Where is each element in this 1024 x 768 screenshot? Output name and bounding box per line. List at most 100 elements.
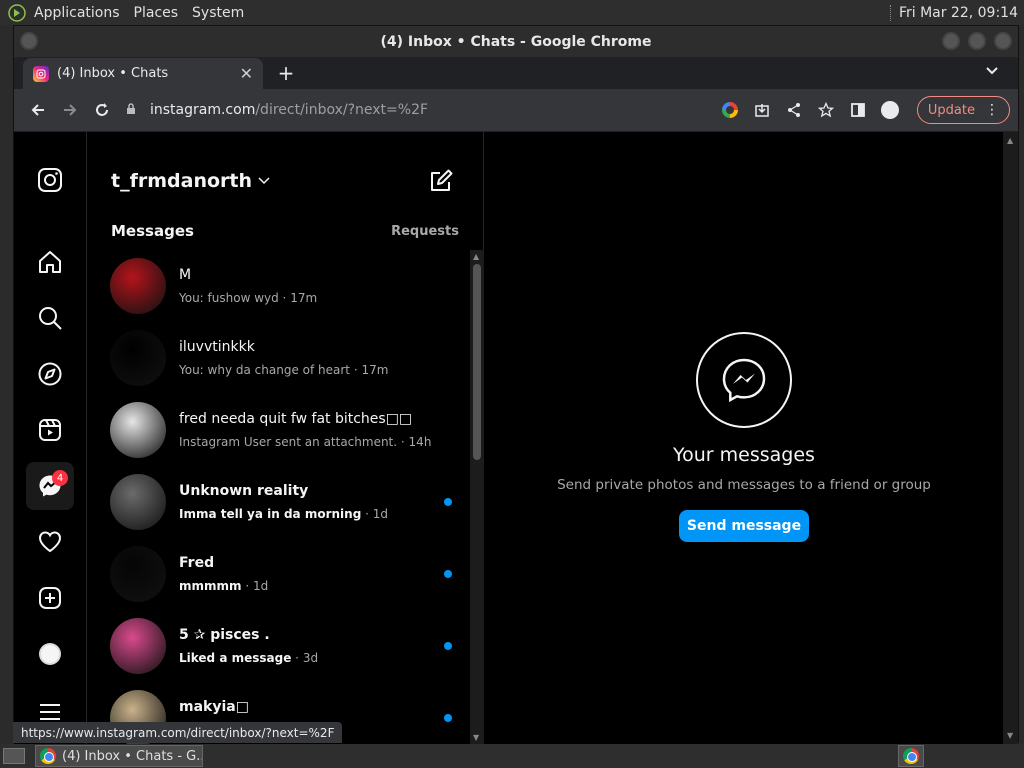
update-label: Update [927, 102, 975, 118]
conversation-name: fred needa quit fw fat bitches□□ [179, 411, 413, 427]
google-lens-icon[interactable] [719, 99, 741, 121]
status-url-bubble: https://www.instagram.com/direct/inbox/?… [13, 722, 343, 743]
preview-time: 17m [290, 291, 318, 305]
page-scroll-up-icon[interactable]: ▲ [1007, 136, 1013, 145]
tab-strip: (4) Inbox • Chats ✕ + [14, 57, 1018, 89]
lock-icon[interactable] [126, 102, 140, 118]
instagram-favicon-icon [33, 65, 49, 82]
new-tab-button[interactable]: + [274, 61, 298, 85]
maximize-button[interactable] [968, 32, 986, 50]
menu-applications[interactable]: Applications [34, 5, 120, 21]
preview-time: 1d [252, 579, 269, 593]
show-desktop-button[interactable] [3, 748, 25, 764]
messenger-circle-icon [696, 332, 792, 428]
conversation-preview: mmmmm · 1d [179, 579, 268, 593]
preview-separator: · [241, 579, 253, 593]
side-panel-icon[interactable] [847, 99, 869, 121]
tab-close-icon[interactable]: ✕ [240, 64, 253, 83]
profile-avatar-icon[interactable] [26, 630, 74, 678]
scroll-up-icon[interactable]: ▲ [473, 252, 479, 261]
messages-panel: t_frmdanorth Messages Requests M You: fus… [88, 132, 484, 744]
tab-title: (4) Inbox • Chats [57, 66, 169, 81]
chevron-down-icon [258, 177, 270, 185]
avatar[interactable] [110, 618, 166, 674]
minimize-button[interactable] [942, 32, 960, 50]
profile-icon[interactable] [879, 99, 901, 121]
conversation-item[interactable]: 5 ✰ pisces . Liked a message · 3d [88, 610, 470, 682]
explore-compass-icon[interactable] [26, 350, 74, 398]
reels-icon[interactable] [26, 406, 74, 454]
preview-separator: · [361, 507, 373, 521]
forward-button[interactable] [54, 94, 86, 126]
share-icon[interactable] [783, 99, 805, 121]
conversation-scrollbar[interactable]: ▲ ▼ [470, 250, 484, 744]
install-app-icon[interactable] [751, 99, 773, 121]
empty-title: Your messages [673, 444, 815, 466]
window-titlebar[interactable]: (4) Inbox • Chats - Google Chrome [14, 26, 1018, 57]
conversation-name: makyia□ [179, 699, 249, 715]
clock-label: Fri Mar 22, 09:14 [898, 4, 1018, 21]
notifications-heart-icon[interactable] [26, 518, 74, 566]
avatar[interactable] [110, 474, 166, 530]
address-bar[interactable]: instagram.com/direct/inbox/?next=%2F [126, 94, 719, 126]
preview-text: Instagram User sent an attachment. [179, 435, 398, 449]
tab-inbox[interactable]: (4) Inbox • Chats ✕ [23, 58, 263, 89]
conversation-preview: Imma tell ya in da morning · 1d [179, 507, 388, 521]
home-icon[interactable] [26, 238, 74, 286]
preview-text: Imma tell ya in da morning [179, 507, 362, 521]
window-menu-button[interactable] [20, 32, 38, 50]
compose-new-message-icon[interactable] [428, 168, 454, 194]
avatar[interactable] [110, 258, 166, 314]
conversation-item[interactable]: iluvvtinkkk You: why da change of heart ·… [88, 322, 470, 394]
close-window-button[interactable] [994, 32, 1012, 50]
search-icon[interactable] [26, 294, 74, 342]
conversation-item[interactable]: Unknown reality Imma tell ya in da mornin… [88, 466, 470, 538]
conversation-preview: Instagram User sent an attachment. · 14h [179, 435, 431, 449]
avatar[interactable] [110, 546, 166, 602]
preview-separator: · [397, 435, 409, 449]
unread-dot [444, 714, 452, 722]
messenger-icon[interactable]: 4 [26, 462, 74, 510]
unread-dot [444, 642, 452, 650]
page-scrollbar[interactable]: ▲ ▼ [1003, 132, 1018, 744]
taskbar-task-label: (4) Inbox • Chats - G... [62, 748, 203, 764]
notification-badge: 4 [52, 470, 68, 486]
clock[interactable]: Fri Mar 22, 09:14 [889, 4, 1018, 21]
chat-empty-state: Your messages Send private photos and me… [485, 132, 1003, 744]
tab-search-icon[interactable] [986, 63, 998, 79]
conversation-preview: Liked a message · 3d [179, 651, 318, 665]
bookmark-star-icon[interactable] [815, 99, 837, 121]
account-switcher[interactable]: t_frmdanorth [111, 170, 270, 192]
create-plus-icon[interactable] [26, 574, 74, 622]
menu-places[interactable]: Places [134, 5, 179, 21]
avatar[interactable] [110, 330, 166, 386]
taskbar-chrome-window[interactable]: (4) Inbox • Chats - G... [35, 745, 203, 767]
back-button[interactable] [22, 94, 54, 126]
conversation-item[interactable]: Fred mmmmm · 1d [88, 538, 470, 610]
avatar[interactable] [110, 402, 166, 458]
preview-text: You: fushow wyd [179, 291, 279, 305]
update-button[interactable]: Update ⋮ [916, 96, 1010, 124]
preview-text: You: why da change of heart [179, 363, 350, 377]
browser-window: (4) Inbox • Chats - Google Chrome (4) In… [13, 25, 1019, 744]
requests-link[interactable]: Requests [391, 224, 459, 239]
menu-system[interactable]: System [192, 5, 244, 21]
scroll-down-icon[interactable]: ▼ [473, 733, 479, 742]
tray-chrome-icon[interactable] [898, 745, 924, 767]
scrollbar-thumb[interactable] [473, 264, 481, 460]
preview-text: Liked a message [179, 651, 292, 665]
conversation-item[interactable]: M You: fushow wyd · 17m [88, 250, 470, 322]
preview-time: 14h [408, 435, 432, 449]
instagram-sidebar: 4 [14, 132, 87, 744]
kebab-menu-icon[interactable]: ⋮ [985, 102, 999, 118]
conversation-item[interactable]: fred needa quit fw fat bitches□□ Instagra… [88, 394, 470, 466]
conversation-name: M [179, 267, 192, 283]
panel-grip [889, 4, 893, 21]
page-scroll-down-icon[interactable]: ▼ [1007, 731, 1013, 740]
instagram-logo-icon[interactable] [26, 156, 74, 204]
reload-button[interactable] [86, 94, 118, 126]
preview-time: 1d [372, 507, 388, 521]
distro-logo-icon[interactable] [6, 2, 28, 24]
conversation-preview: You: why da change of heart · 17m [179, 363, 388, 377]
send-message-button[interactable]: Send message [679, 510, 809, 542]
